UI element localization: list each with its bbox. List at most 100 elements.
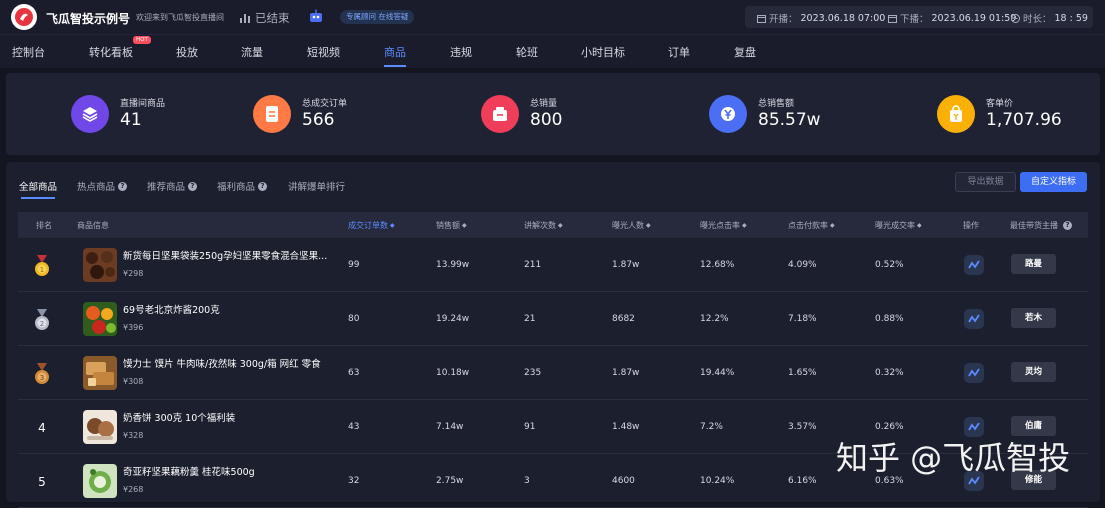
conversion-value: 0.32% xyxy=(875,368,904,378)
robot-icon[interactable] xyxy=(308,9,324,28)
col-ctr[interactable]: 曝光点击率 ◆ xyxy=(700,220,747,231)
export-button[interactable]: 导出数据 xyxy=(955,172,1016,192)
col-product-info: 商品信息 xyxy=(77,221,109,230)
pay-rate-value: 3.57% xyxy=(788,422,817,432)
custom-metrics-button[interactable]: 自定义指标 xyxy=(1020,172,1087,192)
clock-icon xyxy=(1011,13,1020,23)
ctr-value: 12.68% xyxy=(700,260,735,270)
brand-logo xyxy=(11,4,37,30)
product-name[interactable]: 新货每日坚果袋装250g孕妇坚果零食混合坚果... xyxy=(123,248,327,262)
col-best-host: 最佳带货主播? xyxy=(1010,220,1072,231)
best-host-tag[interactable]: 若木 xyxy=(1011,308,1056,328)
product-name[interactable]: 奇亚籽坚果藕粉羹 桂花味500g xyxy=(123,464,255,478)
tab-explain-ranking[interactable]: 讲解爆单排行 xyxy=(288,179,345,193)
exposure-value: 4600 xyxy=(612,476,635,486)
product-image[interactable] xyxy=(83,248,117,282)
stat-label: 直播间商品 xyxy=(120,99,166,109)
product-price: ¥328 xyxy=(123,431,144,440)
product-price: ¥268 xyxy=(123,485,144,494)
exposure-value: 1.87w xyxy=(612,260,640,270)
orders-value: 80 xyxy=(348,314,360,324)
table-row[interactable]: 1 新货每日坚果袋装250g孕妇坚果零食混合坚果... ¥298 99 13.9… xyxy=(18,238,1088,292)
main-nav: 控制台 转化看板 HOT 投放 流量 短视频 商品 违规 轮班 小时目标 订单 … xyxy=(0,34,1105,68)
best-host-tag[interactable]: 灵均 xyxy=(1011,362,1056,382)
account-name: 飞瓜智投示例号 xyxy=(46,12,131,26)
product-image[interactable] xyxy=(83,410,117,444)
stat-label: 总销量 xyxy=(530,99,558,109)
stat-value: 85.57w xyxy=(758,110,821,130)
nav-item-products[interactable]: 商品 xyxy=(384,44,406,60)
trend-chart-icon[interactable] xyxy=(964,255,984,275)
tab-label: 讲解爆单排行 xyxy=(288,182,346,193)
product-image[interactable] xyxy=(83,356,117,390)
help-icon[interactable]: ? xyxy=(258,181,268,191)
nav-item-violations[interactable]: 违规 xyxy=(450,44,472,60)
col-sales[interactable]: 销售额 ◆ xyxy=(436,220,467,231)
best-host-tag[interactable]: 路曼 xyxy=(1011,254,1056,274)
status-text: 已结束 xyxy=(255,11,290,25)
nav-item-shifts[interactable]: 轮班 xyxy=(516,44,538,60)
tab-label: 福利商品 xyxy=(217,182,256,193)
end-value: 2023.06.19 01:59 xyxy=(931,12,1017,24)
col-conversion[interactable]: 曝光成交率 ◆ xyxy=(875,220,922,231)
nav-item-hourly-goal[interactable]: 小时目标 xyxy=(581,44,625,60)
top-bar: 飞瓜智投示例号 欢迎来到飞瓜智投直播间 已结束 专属顾问 在线答疑 开播： 20… xyxy=(0,0,1105,34)
nav-item-short-video[interactable]: 短视频 xyxy=(307,44,340,60)
end-time: 下播： 2023.06.19 01:59 xyxy=(888,11,1016,25)
product-image[interactable] xyxy=(83,464,117,498)
stat-value: 1,707.96 xyxy=(986,110,1062,130)
sort-icon: ◆ xyxy=(558,222,563,229)
conversion-value: 0.88% xyxy=(875,314,904,324)
col-orders[interactable]: 成交订单数 ◆ xyxy=(348,220,395,231)
col-exposure[interactable]: 曝光人数 ◆ xyxy=(612,220,651,231)
nav-item-conversion[interactable]: 转化看板 xyxy=(89,44,133,60)
help-icon[interactable]: ? xyxy=(188,181,198,191)
col-explains[interactable]: 讲解次数 ◆ xyxy=(524,220,563,231)
table-row[interactable]: 3 馍力士 馍片 牛肉味/孜然味 300g/箱 网红 零食 ¥308 63 10… xyxy=(18,346,1088,400)
sort-icon: ◆ xyxy=(646,222,651,229)
pay-rate-value: 6.16% xyxy=(788,476,817,486)
yen-icon xyxy=(709,95,747,133)
help-icon[interactable]: ? xyxy=(1063,221,1072,230)
tab-recommended-products[interactable]: 推荐商品? xyxy=(147,179,198,193)
advisor-pill[interactable]: 专属顾问 在线答疑 xyxy=(340,10,415,24)
bag-icon xyxy=(937,95,975,133)
sort-icon: ◆ xyxy=(917,222,922,229)
ctr-value: 12.2% xyxy=(700,314,729,324)
stat-revenue: 总销售额 85.57w xyxy=(709,94,889,134)
tab-label: 全部商品 xyxy=(19,182,58,193)
nav-item-orders[interactable]: 订单 xyxy=(668,44,690,60)
exposure-value: 1.87w xyxy=(612,368,640,378)
ctr-value: 7.2% xyxy=(700,422,723,432)
table-row[interactable]: 2 69号老北京炸酱200克 ¥396 80 19.24w 21 8682 12… xyxy=(18,292,1088,346)
duration-value: 18 : 59 xyxy=(1054,12,1088,24)
product-name[interactable]: 馍力士 馍片 牛肉味/孜然味 300g/箱 网红 零食 xyxy=(123,356,321,370)
tab-active-underline xyxy=(21,197,55,199)
sales-value: 10.18w xyxy=(436,368,470,378)
stat-volume: 总销量 800 xyxy=(481,94,651,134)
conversion-value: 0.26% xyxy=(875,422,904,432)
nav-item-review[interactable]: 复盘 xyxy=(734,44,756,60)
orders-value: 99 xyxy=(348,260,360,270)
col-pay-rate[interactable]: 点击付款率 ◆ xyxy=(788,220,835,231)
nav-item-ads[interactable]: 投放 xyxy=(176,44,198,60)
start-time: 开播： 2023.06.18 07:00 xyxy=(757,11,885,25)
sales-value: 2.75w xyxy=(436,476,464,486)
nav-item-console[interactable]: 控制台 xyxy=(12,44,45,60)
tab-welfare-products[interactable]: 福利商品? xyxy=(217,179,268,193)
trend-chart-icon[interactable] xyxy=(964,363,984,383)
tab-all-products[interactable]: 全部商品 xyxy=(19,179,57,193)
nav-item-traffic[interactable]: 流量 xyxy=(241,44,263,60)
help-icon[interactable]: ? xyxy=(118,181,128,191)
product-name[interactable]: 69号老北京炸酱200克 xyxy=(123,302,220,316)
chart-bars-icon xyxy=(240,14,250,23)
sort-icon: ◆ xyxy=(742,222,747,229)
product-image[interactable] xyxy=(83,302,117,336)
stat-label: 客单价 xyxy=(986,99,1014,109)
calendar-icon xyxy=(757,14,766,23)
stat-products: 直播间商品 41 xyxy=(71,94,231,134)
product-name[interactable]: 奶香饼 300克 10个福利装 xyxy=(123,410,235,424)
tab-hot-products[interactable]: 热点商品? xyxy=(77,179,128,193)
trend-chart-icon[interactable] xyxy=(964,309,984,329)
sales-value: 7.14w xyxy=(436,422,464,432)
